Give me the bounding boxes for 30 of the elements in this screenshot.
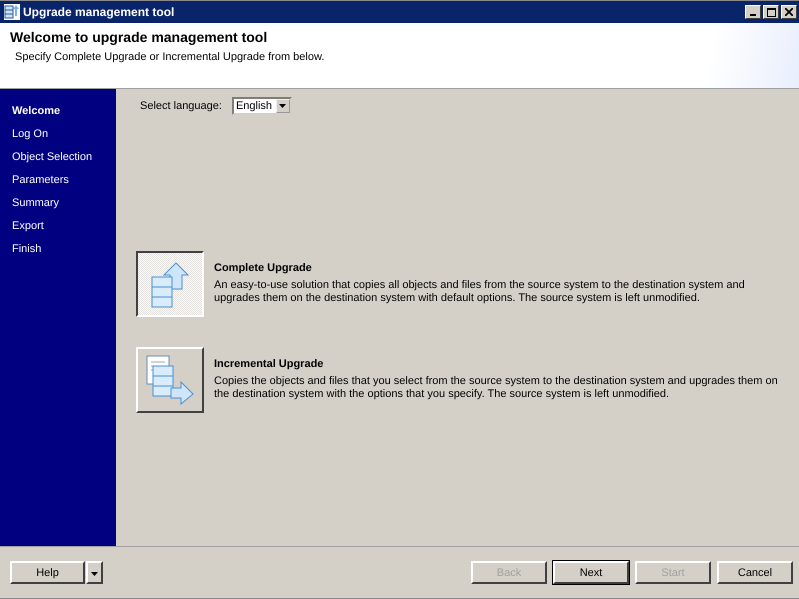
help-button[interactable]: Help [10, 561, 85, 584]
option-button[interactable] [136, 251, 204, 317]
sidebar-item[interactable]: Object Selection [0, 151, 116, 174]
window-title: Upgrade management tool [23, 5, 176, 19]
close-icon [785, 8, 793, 16]
option-title: Incremental Upgrade [214, 358, 324, 370]
help-menu-button[interactable] [86, 561, 103, 584]
maximize-icon [766, 8, 776, 16]
minimize-button[interactable] [745, 5, 761, 19]
caret-icon [91, 572, 98, 576]
option-description: Copies the objects and files that you select from the source system to the destination system and upgrades them on the destination system with the options that you specify. The source system is left unmodified. [214, 375, 779, 401]
page-subtitle: Specify Complete Upgrade or Incremental Upgrade from below. [15, 51, 326, 63]
wizard-button[interactable]: Next [553, 561, 629, 584]
sidebar-item[interactable]: Log On [0, 128, 116, 151]
sidebar-item[interactable]: Finish [0, 243, 116, 266]
sidebar-item[interactable]: Parameters [0, 174, 116, 197]
documents-transfer-icon [145, 354, 195, 406]
sidebar-item[interactable]: Export [0, 220, 116, 243]
caret-icon [279, 104, 286, 108]
maximize-button[interactable] [763, 5, 779, 19]
option-description: An easy-to-use solution that copies all objects and files from the source system to the destination system and upgrades them on the destination system with default options. The source system is left unmodified. [214, 279, 746, 305]
app-icon [4, 4, 20, 20]
language-dropdown[interactable]: English [232, 97, 292, 115]
wizard-button[interactable]: Cancel [717, 561, 793, 584]
option-title: Complete Upgrade [214, 262, 313, 274]
sidebar-item[interactable]: Welcome [0, 105, 116, 128]
sidebar-item[interactable]: Summary [0, 197, 116, 220]
close-button[interactable] [781, 5, 797, 19]
page-title: Welcome to upgrade management tool [10, 29, 268, 45]
language-label: Select language: [140, 100, 222, 112]
